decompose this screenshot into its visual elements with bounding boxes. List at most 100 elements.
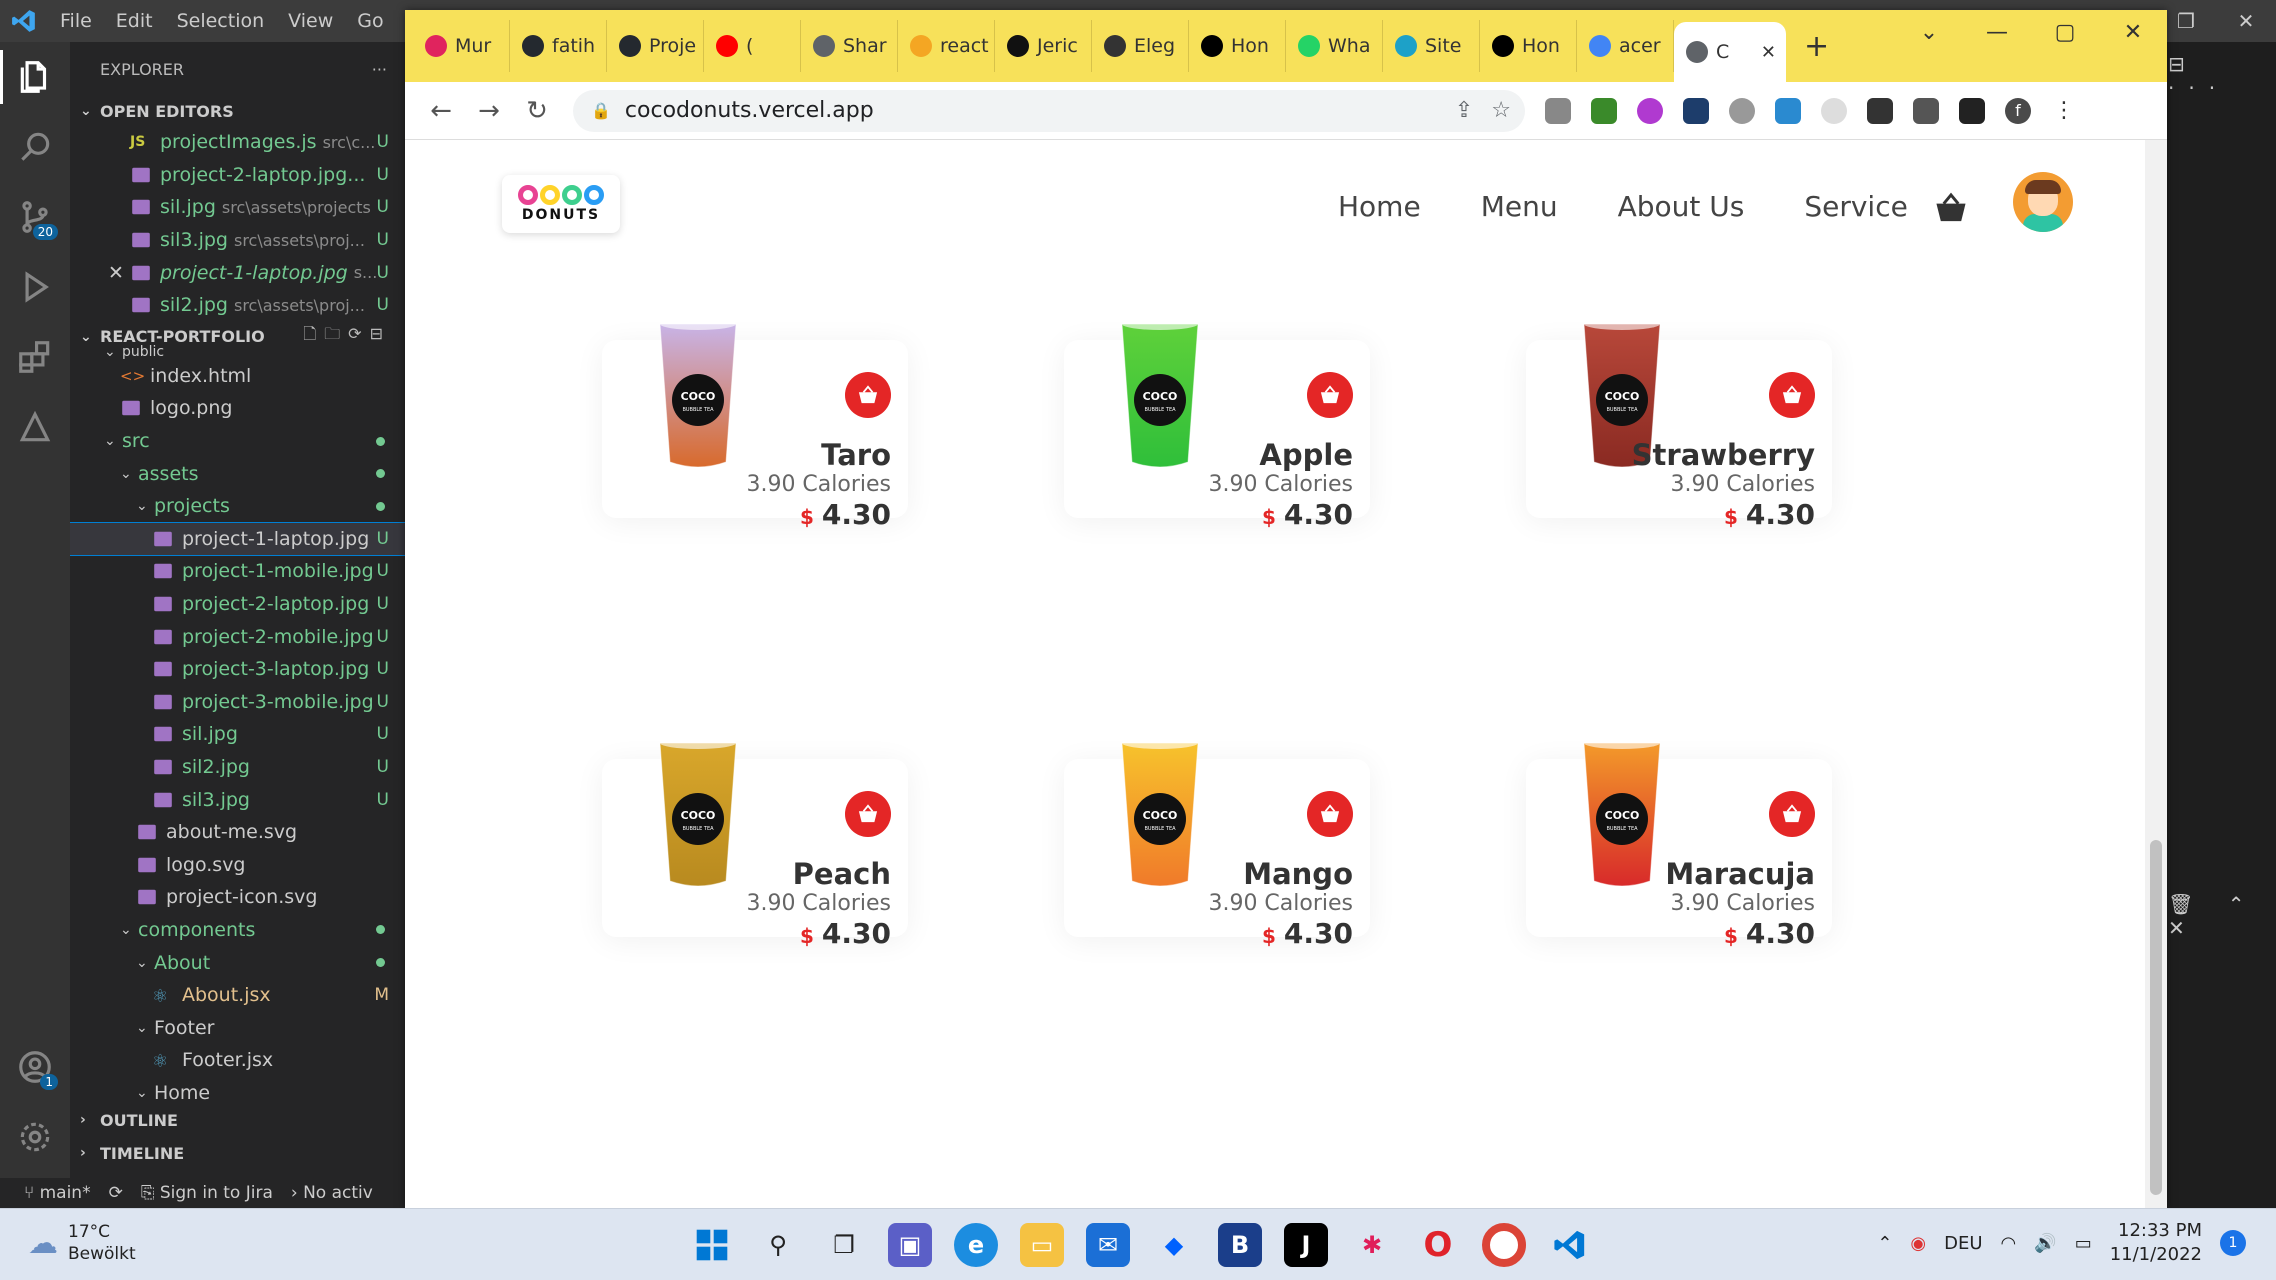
chrome-icon[interactable] — [1482, 1223, 1526, 1267]
vscode-icon[interactable] — [1548, 1223, 1592, 1267]
browser-tab[interactable]: Hon — [1189, 20, 1286, 72]
open-editor-item[interactable]: project-2-laptop.jpg... U — [70, 159, 405, 192]
open-editor-item[interactable]: sil3.jpg src\assets\proj... U — [70, 224, 405, 257]
close-icon[interactable]: ✕ — [2099, 20, 2167, 45]
open-editor-item[interactable]: sil.jpg src\assets\projects U — [70, 191, 405, 224]
tree-folder[interactable]: ⌄ assets — [70, 457, 405, 490]
weather-widget[interactable]: ☁ 17°C Bewölkt — [28, 1221, 136, 1265]
timeline-header[interactable]: › TIMELINE — [70, 1138, 405, 1168]
teams-icon[interactable]: ▣ — [888, 1223, 932, 1267]
reload-icon[interactable]: ↻ — [513, 96, 561, 126]
more-actions-icon[interactable]: ··· — [372, 60, 387, 79]
browser-tab[interactable]: Hon — [1480, 20, 1577, 72]
product-card[interactable]: COCO BUBBLE TEA Taro 3.90 Calories $4.30 — [602, 318, 908, 531]
tree-folder[interactable]: ⌄ public — [70, 344, 405, 360]
slack-icon[interactable]: ✱ — [1350, 1223, 1394, 1267]
menu-selection[interactable]: Selection — [165, 10, 277, 32]
tree-file[interactable]: ⚛ About.jsx M — [70, 979, 405, 1012]
browser-tab[interactable]: Mur — [413, 20, 510, 72]
add-to-cart-button[interactable] — [1307, 791, 1353, 837]
menu-edit[interactable]: Edit — [104, 10, 165, 32]
open-editor-item[interactable]: JS projectImages.js src\c... U — [70, 126, 405, 159]
b-app-icon[interactable]: B — [1218, 1223, 1262, 1267]
new-tab-icon[interactable]: + — [1804, 29, 1829, 64]
browser-tab[interactable]: acer — [1577, 20, 1674, 72]
address-bar[interactable]: 🔒 cocodonuts.vercel.app ⇪ ☆ — [573, 89, 1525, 132]
wifi-icon[interactable]: ◠ — [2001, 1233, 2017, 1254]
open-editor-item[interactable]: sil2.jpg src\assets\proj... U — [70, 289, 405, 322]
add-to-cart-button[interactable] — [845, 372, 891, 418]
menu-file[interactable]: File — [48, 10, 104, 32]
browser-tab[interactable]: Proje — [607, 20, 704, 72]
tree-folder[interactable]: ⌄ src — [70, 425, 405, 458]
browser-tab[interactable]: ( — [704, 20, 801, 72]
browser-tab[interactable]: Wha — [1286, 20, 1383, 72]
tab-active[interactable]: C ✕ — [1674, 22, 1786, 82]
tree-folder[interactable]: ⌄ Footer — [70, 1011, 405, 1044]
forward-icon[interactable]: → — [465, 96, 513, 126]
browser-tab[interactable]: Jeric — [995, 20, 1092, 72]
tree-file[interactable]: project-3-laptop.jpg U — [70, 653, 405, 686]
nav-about-us[interactable]: About Us — [1618, 190, 1745, 223]
tree-file[interactable]: <> index.html — [70, 360, 405, 393]
dropbox-icon[interactable]: ◆ — [1152, 1223, 1196, 1267]
browser-tab[interactable]: fatih — [510, 20, 607, 72]
chevron-up-icon[interactable]: ⌃ — [1877, 1233, 1892, 1254]
remote-icon[interactable] — [0, 392, 70, 462]
jetbrains-icon[interactable]: J — [1284, 1223, 1328, 1267]
extension-gear-icon[interactable] — [1729, 97, 1755, 124]
back-icon[interactable]: ← — [417, 96, 465, 126]
sync-icon[interactable]: ⟳ — [109, 1183, 123, 1203]
menu-go[interactable]: Go — [345, 10, 395, 32]
minimize-icon[interactable]: — — [1963, 20, 2031, 45]
product-card[interactable]: COCO BUBBLE TEA Apple 3.90 Calories $4.3… — [1064, 318, 1370, 531]
site-logo[interactable]: DONUTS — [502, 175, 620, 233]
close-icon[interactable]: ✕ — [2216, 9, 2276, 33]
run-debug-icon[interactable] — [0, 252, 70, 322]
extensions-icon[interactable] — [0, 322, 70, 392]
media-queue-icon[interactable] — [1913, 97, 1939, 124]
clock[interactable]: 12:33 PM 11/1/2022 — [2110, 1219, 2202, 1267]
tree-file[interactable]: ⚛ Footer.jsx — [70, 1044, 405, 1077]
share-icon[interactable]: ⇪ — [1455, 98, 1473, 123]
tree-file[interactable]: project-1-mobile.jpg U — [70, 555, 405, 588]
nav-menu[interactable]: Menu — [1481, 190, 1558, 223]
extension-html-icon[interactable] — [1591, 97, 1617, 124]
browser-tab[interactable]: react — [898, 20, 995, 72]
add-to-cart-button[interactable] — [1769, 791, 1815, 837]
tree-file[interactable]: sil.jpg U — [70, 718, 405, 751]
tab-search-icon[interactable]: ⌄ — [1895, 20, 1963, 45]
tree-file[interactable]: project-2-laptop.jpg U — [70, 588, 405, 621]
battery-icon[interactable]: ▭ — [2075, 1233, 2092, 1254]
side-panel-icon[interactable] — [1959, 97, 1985, 124]
start-icon[interactable] — [690, 1223, 734, 1267]
tree-file[interactable]: sil3.jpg U — [70, 783, 405, 816]
search-icon[interactable]: ⚲ — [756, 1223, 800, 1267]
outline-header[interactable]: › OUTLINE — [70, 1105, 405, 1135]
user-avatar[interactable] — [2013, 172, 2073, 232]
lock-icon[interactable]: 🔒 — [591, 101, 611, 120]
jira-status[interactable]: ⎘ Sign in to Jira — [141, 1183, 273, 1203]
search-icon[interactable] — [0, 112, 70, 182]
mail-icon[interactable]: ✉ — [1086, 1223, 1130, 1267]
open-editor-item[interactable]: ✕ project-1-laptop.jpg s... U — [70, 256, 405, 289]
add-to-cart-button[interactable] — [1769, 372, 1815, 418]
add-to-cart-button[interactable] — [1307, 372, 1353, 418]
account-icon[interactable]: 1 — [0, 1032, 70, 1102]
tree-file[interactable]: logo.svg — [70, 848, 405, 881]
nav-home[interactable]: Home — [1338, 190, 1421, 223]
nav-service[interactable]: Service — [1804, 190, 1907, 223]
editor-actions-icon[interactable]: ⊟ ··· — [2168, 52, 2266, 100]
tree-file[interactable]: project-2-mobile.jpg U — [70, 620, 405, 653]
tree-file[interactable]: project-icon.svg — [70, 881, 405, 914]
source-control-icon[interactable]: 20 — [0, 182, 70, 252]
tree-file[interactable]: logo.png — [70, 392, 405, 425]
extension-x-icon[interactable] — [1775, 97, 1801, 124]
branch-status[interactable]: ⑂ main* — [24, 1183, 91, 1203]
volume-icon[interactable]: 🔊 — [2034, 1233, 2056, 1254]
chrome-menu-icon[interactable]: ⋮ — [2051, 98, 2077, 124]
add-to-cart-button[interactable] — [845, 791, 891, 837]
product-card[interactable]: COCO BUBBLE TEA Maracuja 3.90 Calories $… — [1526, 737, 1832, 950]
activity-status[interactable]: › No activ — [291, 1183, 373, 1203]
tree-file[interactable]: project-1-laptop.jpg U — [70, 521, 405, 557]
